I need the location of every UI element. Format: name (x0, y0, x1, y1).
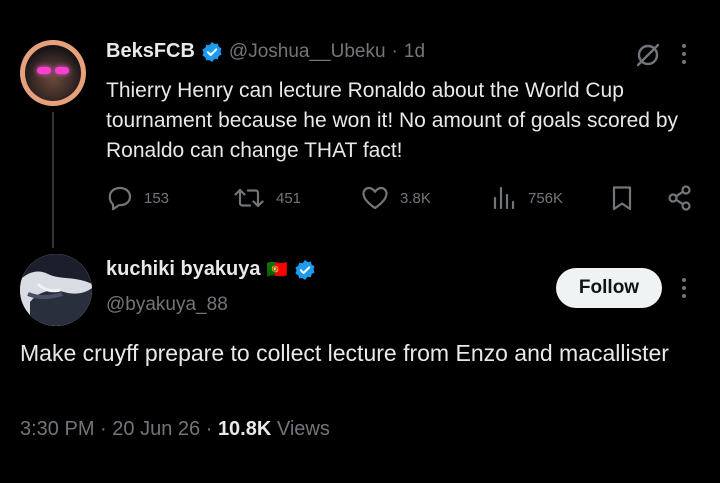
reply-header: kuchiki byakuya 🇵🇹 (106, 258, 316, 281)
grok-icon[interactable] (634, 41, 662, 69)
repost-count: 451 (276, 189, 302, 207)
views-button[interactable]: 756K (490, 184, 563, 212)
header-separator: · (391, 40, 398, 62)
avatar-beksfcb[interactable] (20, 40, 86, 106)
verified-badge-icon (295, 259, 315, 280)
bookmark-icon[interactable] (608, 184, 636, 212)
share-icon[interactable] (666, 184, 694, 212)
like-count: 3.8K (400, 189, 431, 207)
views-count: 756K (528, 189, 564, 207)
meta-separator: · (205, 418, 213, 440)
reply-text: Make cruyff prepare to collect lecture f… (20, 340, 669, 366)
author-name[interactable]: BeksFCB (106, 40, 195, 63)
tweet-text: Thierry Henry can lecture Ronaldo about … (106, 79, 679, 162)
repost-button[interactable]: 451 (232, 184, 301, 212)
author-handle[interactable]: @Joshua__Ubeku (229, 41, 386, 63)
reply-time[interactable]: 3:30 PM (20, 418, 94, 440)
portugal-flag-icon: 🇵🇹 (266, 259, 288, 279)
reply-button[interactable]: 153 (106, 184, 169, 212)
reply-date[interactable]: 20 Jun 26 (112, 418, 200, 440)
reply-more-options-icon[interactable] (682, 278, 686, 298)
verified-badge-icon (202, 41, 222, 62)
more-options-icon[interactable] (682, 44, 686, 64)
follow-button[interactable]: Follow (556, 268, 662, 308)
views-chart-icon (493, 186, 515, 210)
meta-separator: · (100, 418, 107, 440)
reply-views-count[interactable]: 10.8K (218, 418, 271, 440)
avatar-eye-left (37, 67, 51, 74)
reply-views-label: Views (276, 418, 330, 440)
like-button[interactable]: 3.8K (360, 184, 431, 212)
thread-connector-line (52, 112, 54, 248)
avatar-kuchiki-byakuya[interactable] (20, 254, 92, 326)
reply-meta: 3:30 PM · 20 Jun 26 · 10.8K Views (20, 418, 330, 441)
repost-icon (234, 188, 264, 208)
reply-count: 153 (144, 189, 170, 207)
reply-icon (108, 186, 132, 211)
tweet-time[interactable]: 1d (404, 41, 425, 63)
heart-icon (362, 186, 388, 210)
tweet-header: BeksFCB @Joshua__Ubeku · 1d (106, 40, 425, 63)
avatar-artwork (20, 254, 92, 326)
reply-author-name[interactable]: kuchiki byakuya (106, 258, 261, 281)
avatar-eye-right (55, 67, 69, 74)
reply-author-handle[interactable]: @byakuya_88 (106, 294, 228, 316)
